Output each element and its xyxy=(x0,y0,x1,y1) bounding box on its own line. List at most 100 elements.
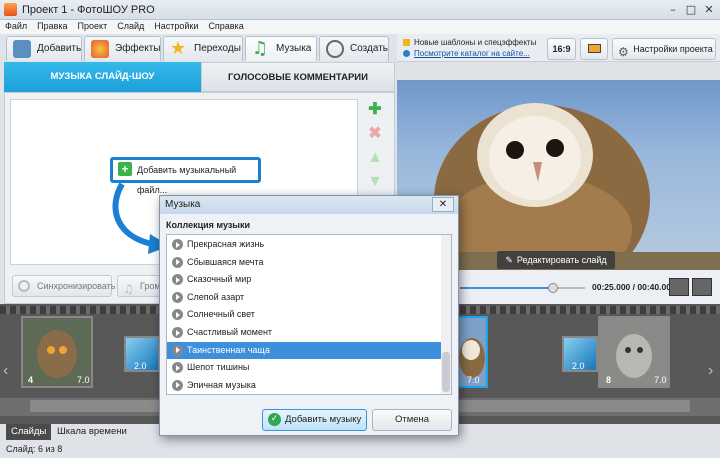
list-item[interactable]: Слепой азарт xyxy=(167,289,441,307)
scroll-left-icon[interactable]: ‹ xyxy=(3,362,8,380)
tab-label: Создать xyxy=(350,43,389,54)
play-icon[interactable] xyxy=(172,344,183,356)
star-icon: ★ xyxy=(170,38,187,59)
tab-label: Добавить xyxy=(37,43,82,54)
fullscreen-icon[interactable] xyxy=(692,278,712,296)
list-item[interactable]: Сказочный мир xyxy=(167,271,441,289)
progress-filled xyxy=(460,287,553,289)
music-note-icon: ♫ xyxy=(123,282,134,296)
delete-track-icon[interactable]: ✖ xyxy=(364,124,386,144)
progress-slider[interactable] xyxy=(548,283,558,293)
track-name: Солнечный свет xyxy=(187,309,255,320)
right-header: Новые шаблоны и спецэффекты Посмотрите к… xyxy=(397,34,720,62)
list-item[interactable]: Сбывшаяся мечта xyxy=(167,254,441,272)
plus-icon: + xyxy=(118,162,132,176)
tab-slides[interactable]: Слайды xyxy=(6,424,52,440)
play-icon[interactable] xyxy=(172,291,183,303)
cancel-button[interactable]: Отмена xyxy=(372,409,452,431)
close-icon[interactable]: ✕ xyxy=(700,2,718,17)
sync-button[interactable]: Синхронизировать xyxy=(12,275,116,297)
music-collection-list[interactable]: Прекрасная жизнь Сбывшаяся мечта Сказочн… xyxy=(166,234,452,395)
tab-label: Переходы xyxy=(194,43,241,54)
window-title: Проект 1 - ФотоШОУ PRO xyxy=(22,4,155,16)
tab-create[interactable]: Создать xyxy=(319,36,389,61)
status-bar: Слайд: 6 из 8 xyxy=(0,440,720,458)
globe-icon xyxy=(403,50,410,57)
transition-duration: 2.0 xyxy=(572,361,585,371)
picture-icon xyxy=(588,44,601,53)
track-name: Счастливый момент xyxy=(187,327,273,337)
play-icon[interactable] xyxy=(172,327,183,338)
sync-label: Синхронизировать xyxy=(37,281,116,291)
tab-label: Эффекты xyxy=(115,43,161,54)
scrollbar-thumb[interactable] xyxy=(442,352,450,392)
track-name: Прекрасная жизнь xyxy=(187,239,265,249)
scroll-right-icon[interactable]: › xyxy=(708,362,713,380)
list-item[interactable]: Прекрасная жизнь xyxy=(167,236,441,254)
menu-help[interactable]: Справка xyxy=(203,20,248,31)
edit-slide-button[interactable]: ✎ Редактировать слайд xyxy=(497,251,615,269)
tab-transitions[interactable]: ★ Переходы xyxy=(163,36,243,61)
tab-add[interactable]: Добавить xyxy=(6,36,82,61)
move-down-icon[interactable]: ▼ xyxy=(364,172,386,192)
menu-project[interactable]: Проект xyxy=(73,20,113,31)
list-item[interactable]: Эпичная музыка xyxy=(167,377,441,394)
tab-effects[interactable]: Эффекты xyxy=(84,36,161,61)
camera-icon[interactable] xyxy=(669,278,689,296)
check-icon: ✓ xyxy=(268,413,281,426)
theme-button[interactable] xyxy=(580,38,608,60)
list-item[interactable]: Шепот тишины xyxy=(167,359,441,377)
track-name: Сказочный мир xyxy=(187,274,252,285)
main-tabs: Добавить Эффекты ★ Переходы ♫ Музыка Соз… xyxy=(0,34,395,62)
play-icon[interactable] xyxy=(172,239,183,250)
tab-voice-comments[interactable]: ГОЛОСОВЫЕ КОММЕНТАРИИ xyxy=(201,62,395,92)
volume-label: Гром xyxy=(140,281,161,291)
project-settings-button[interactable]: ⚙ Настройки проекта xyxy=(612,38,716,60)
edit-slide-label: Редактировать слайд xyxy=(516,255,607,265)
catalog-link[interactable]: Посмотрите каталог на сайте... xyxy=(414,49,530,58)
aspect-ratio-button[interactable]: 16:9 xyxy=(547,38,576,60)
add-track-icon[interactable]: ✚ xyxy=(364,100,386,120)
app-icon xyxy=(4,3,17,16)
tab-label: Музыка xyxy=(276,43,312,54)
track-name: Сбывшаяся мечта xyxy=(187,256,264,267)
list-item[interactable]: Счастливый момент xyxy=(167,324,441,342)
menu-file[interactable]: Файл xyxy=(0,20,32,31)
list-item-selected[interactable]: Таинственная чаща xyxy=(167,341,441,360)
move-up-icon[interactable]: ▲ xyxy=(364,148,386,168)
slide-number: 4 xyxy=(28,375,34,385)
transition-duration: 2.0 xyxy=(134,361,147,371)
music-collection-heading: Коллекция музыки xyxy=(166,220,251,230)
photo-icon xyxy=(13,40,31,58)
tab-slideshow-music[interactable]: МУЗЫКА СЛАЙД-ШОУ xyxy=(4,62,201,92)
pencil-icon: ✎ xyxy=(505,255,513,265)
menu-edit[interactable]: Правка xyxy=(32,20,72,31)
time-readout: 00:25.000 / 00:40.000 xyxy=(592,282,676,292)
track-name: Таинственная чаща xyxy=(187,344,270,355)
gear-icon: ⚙ xyxy=(618,45,629,59)
slide-duration: 7.0 xyxy=(467,375,480,385)
list-item[interactable]: Солнечный свет xyxy=(167,306,441,324)
tab-music[interactable]: ♫ Музыка xyxy=(245,36,317,61)
tab-timeline[interactable]: Шкала времени xyxy=(52,424,132,440)
dialog-close-icon[interactable]: ✕ xyxy=(432,197,454,212)
add-music-button[interactable]: ✓ Добавить музыку xyxy=(262,409,367,431)
play-icon[interactable] xyxy=(172,274,183,286)
music-subtabs: МУЗЫКА СЛАЙД-ШОУ ГОЛОСОВЫЕ КОММЕНТАРИИ xyxy=(4,62,395,92)
menu-bar: Файл Правка Проект Слайд Настройки Справка xyxy=(0,20,720,34)
play-icon[interactable] xyxy=(172,379,183,391)
play-icon[interactable] xyxy=(172,362,183,374)
maximize-icon[interactable]: □ xyxy=(682,2,700,17)
clock-icon xyxy=(18,280,30,292)
menu-slide[interactable]: Слайд xyxy=(112,20,149,31)
dialog-title: Музыка xyxy=(160,196,458,214)
add-music-label: Добавить музыку xyxy=(285,414,362,425)
slide-duration: 7.0 xyxy=(654,375,667,385)
play-icon[interactable] xyxy=(172,256,183,268)
minimize-icon[interactable]: – xyxy=(664,2,682,17)
track-name: Шепот тишины xyxy=(187,362,250,373)
play-icon[interactable] xyxy=(172,309,183,321)
volume-button[interactable]: ♫ Гром xyxy=(117,275,161,297)
news-text: Новые шаблоны и спецэффекты xyxy=(414,38,537,47)
menu-settings[interactable]: Настройки xyxy=(149,20,203,31)
